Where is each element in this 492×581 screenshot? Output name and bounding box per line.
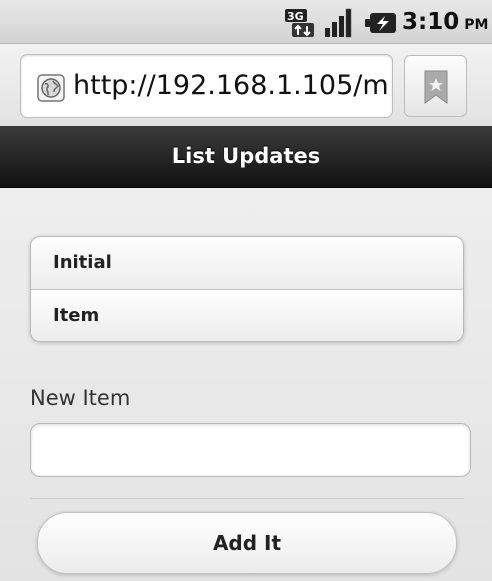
browser-toolbar: http://192.168.1.105/m… <box>0 44 492 126</box>
new-item-input[interactable] <box>30 423 471 477</box>
globe-icon <box>37 74 65 102</box>
add-it-button[interactable]: Add It <box>37 512 457 574</box>
divider <box>30 498 464 499</box>
bookmark-button[interactable] <box>404 55 467 117</box>
new-item-label: New Item <box>30 386 131 410</box>
bookmark-star-icon <box>424 70 448 104</box>
clock-time: 3:10 <box>402 9 460 35</box>
page-content: Initial Item New Item Add It <box>0 188 492 581</box>
status-clock: 3:10 PM <box>402 9 488 37</box>
page-title: List Updates <box>171 144 321 168</box>
signal-strength-icon <box>325 8 352 38</box>
list-item[interactable]: Initial <box>31 237 463 289</box>
page-header: List Updates <box>0 126 492 188</box>
url-bar[interactable]: http://192.168.1.105/m… <box>20 54 393 118</box>
list-item[interactable]: Item <box>31 289 463 341</box>
url-text[interactable]: http://192.168.1.105/m… <box>73 68 389 104</box>
svg-text:3G: 3G <box>287 10 304 23</box>
status-bar: 3G 3:10 PM <box>0 0 492 44</box>
clock-ampm: PM <box>464 17 489 33</box>
battery-charging-icon <box>365 13 396 33</box>
item-list: Initial Item <box>30 236 464 342</box>
3g-data-icon: 3G <box>285 9 314 37</box>
